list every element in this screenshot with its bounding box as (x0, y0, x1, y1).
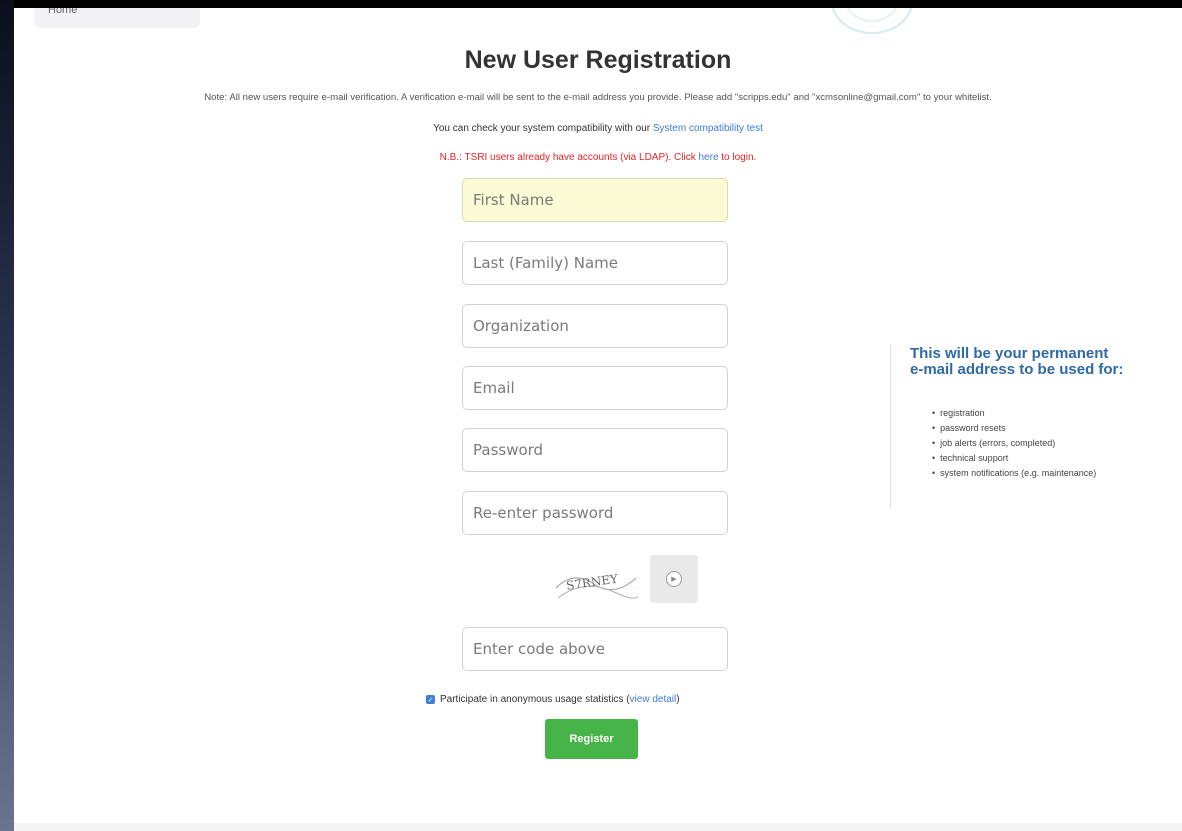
compatibility-text: You can check your system compatibility … (433, 123, 653, 134)
first-name-input[interactable] (462, 178, 728, 222)
usage-label-close: ) (676, 694, 680, 705)
password-confirm-input[interactable] (462, 491, 728, 535)
registration-page: Home New User Registration Note: All new… (14, 8, 1182, 831)
usage-statistics-label: Participate in anonymous usage statistic… (440, 694, 680, 705)
top-nav-tab[interactable]: Home (34, 8, 200, 28)
play-icon: ▶ (666, 571, 682, 587)
list-item: password resets (932, 421, 1096, 436)
tsri-text-before: N.B.: TSRI users already have accounts (… (439, 152, 699, 163)
tsri-login-notice: N.B.: TSRI users already have accounts (… (14, 152, 1182, 163)
sidebar-title-line2: e-mail address to be used for: (910, 361, 1124, 378)
list-item: registration (932, 406, 1096, 421)
compatibility-line: You can check your system compatibility … (14, 123, 1182, 134)
usage-label-text: Participate in anonymous usage statistic… (440, 694, 630, 705)
list-item: technical support (932, 451, 1096, 466)
register-button[interactable]: Register (545, 719, 638, 759)
captcha-image: S7RNEY (555, 572, 638, 599)
compatibility-test-link[interactable]: System compatibility test (653, 123, 763, 134)
captcha-code-input[interactable] (462, 627, 728, 671)
left-window-frame (0, 0, 14, 831)
list-item: job alerts (errors, completed) (932, 436, 1096, 451)
verification-note: Note: All new users require e-mail verif… (204, 92, 992, 103)
organization-input[interactable] (462, 304, 728, 348)
email-input[interactable] (462, 366, 728, 410)
sidebar-divider (890, 344, 891, 508)
captcha-audio-button[interactable]: ▶ (650, 555, 698, 603)
view-detail-link[interactable]: view detail (630, 694, 677, 705)
sidebar-title: This will be your permanent e-mail addre… (910, 346, 1182, 378)
last-name-input[interactable] (462, 241, 728, 285)
sidebar-usage-list: registration password resets job alerts … (932, 406, 1096, 481)
top-nav-tab-label: Home (48, 8, 78, 16)
sidebar-title-line1: This will be your permanent (910, 345, 1109, 362)
usage-statistics-checkbox[interactable]: ✓ (426, 695, 435, 704)
usage-statistics-row: ✓ Participate in anonymous usage statist… (426, 694, 680, 705)
password-input[interactable] (462, 428, 728, 472)
page-title: New User Registration (464, 46, 732, 74)
footer-strip (14, 823, 1182, 831)
tsri-login-link[interactable]: here (698, 152, 718, 163)
tsri-text-after: to login. (718, 152, 757, 163)
list-item: system notifications (e.g. maintenance) (932, 466, 1096, 481)
